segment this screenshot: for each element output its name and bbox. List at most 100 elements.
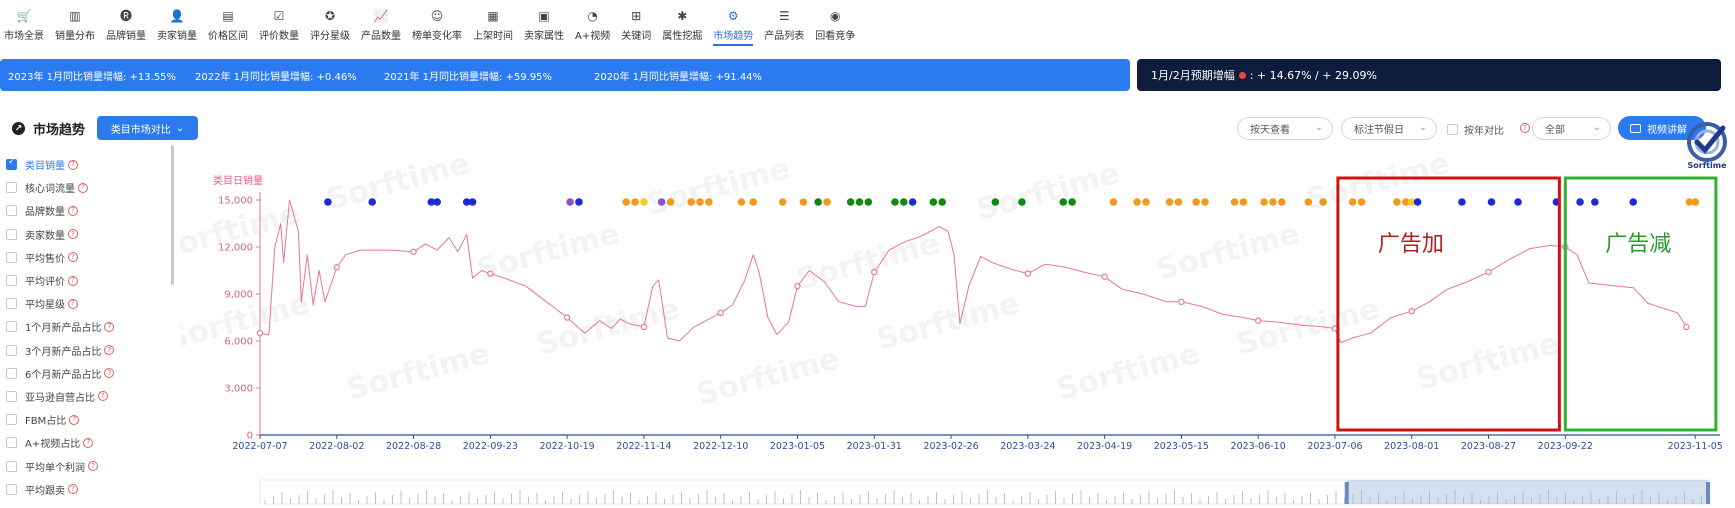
checkbox-box[interactable]	[1447, 124, 1458, 135]
help-icon[interactable]: ?	[69, 414, 80, 425]
metric-item[interactable]: FBM占比?	[6, 408, 174, 431]
nav-item-9[interactable]: ▦ 上架时间	[473, 0, 513, 46]
event-dot	[1304, 198, 1313, 206]
checkbox-box[interactable]	[6, 228, 17, 240]
metric-list: 类目销量?核心词流量?品牌数量?卖家数量?平均售价?平均评价?平均星级?1个月新…	[6, 153, 174, 501]
category-compare-button[interactable]: 类目市场对比 ⌄	[97, 116, 198, 140]
checkbox-box[interactable]	[6, 437, 17, 449]
video-tutorial-label: 视频讲解	[1647, 124, 1687, 136]
nav-item-2[interactable]: 🅡 品牌销量	[106, 0, 146, 46]
checkbox-box[interactable]	[6, 321, 17, 333]
pie-icon: ◔	[587, 9, 598, 23]
cart-icon: 🛒	[16, 9, 32, 23]
nav-item-label: 销量分布	[55, 31, 95, 42]
help-icon[interactable]: ?	[104, 345, 115, 356]
x-tick-label: 2022-11-14	[616, 441, 671, 452]
nav-item-1[interactable]: ▥ 销量分布	[55, 0, 95, 46]
checkbox-box[interactable]	[6, 367, 17, 379]
metric-item[interactable]: 平均跟卖?	[6, 478, 174, 501]
watermark-text: Sorftime	[180, 196, 303, 268]
help-icon[interactable]: ?	[68, 484, 78, 495]
metric-item[interactable]: 类目销量?	[6, 153, 174, 176]
help-icon[interactable]: ?	[104, 321, 115, 332]
nav-item-7[interactable]: 📈 产品数量	[361, 0, 401, 46]
help-icon[interactable]: ?	[68, 252, 78, 263]
event-dot	[899, 198, 908, 206]
metric-item[interactable]: 卖家数量?	[6, 223, 174, 246]
checkbox-box[interactable]	[6, 251, 17, 263]
help-icon[interactable]: ?	[68, 298, 78, 309]
range-select[interactable]: 全部 ⌄	[1532, 117, 1611, 140]
checkbox-box[interactable]	[6, 414, 17, 426]
help-icon[interactable]: ?	[68, 205, 78, 216]
help-icon[interactable]: ?	[88, 461, 98, 472]
checkbox-box[interactable]	[6, 157, 17, 171]
help-icon[interactable]: ?	[98, 391, 108, 402]
nav-item-8[interactable]: ☺ 榜单变化率	[412, 0, 462, 46]
x-tick-label: 2023-08-01	[1384, 441, 1439, 452]
event-dot	[575, 198, 583, 206]
event-dot	[1319, 198, 1327, 206]
checkbox-box[interactable]	[6, 275, 17, 287]
event-dot	[1357, 198, 1366, 206]
event-dot	[1174, 198, 1183, 206]
event-dot	[433, 198, 441, 206]
metric-item[interactable]: A+视频占比?	[6, 431, 174, 454]
series-marker	[1178, 298, 1185, 306]
metric-item[interactable]: 亚马逊自营占比?	[6, 385, 174, 408]
nav-item-3[interactable]: 👤 卖家销量	[157, 0, 197, 46]
checkbox-box[interactable]	[6, 344, 17, 356]
watermark-text: Sorftime	[1053, 336, 1203, 408]
help-icon[interactable]: ?	[68, 275, 78, 286]
star-icon: ✪	[324, 9, 336, 23]
checkbox-box[interactable]	[6, 460, 17, 472]
checkbox-box[interactable]	[6, 298, 17, 310]
target-icon: ◉	[829, 9, 841, 23]
series-marker	[410, 248, 417, 255]
yoy-compare-checkbox[interactable]: 按年对比	[1447, 122, 1504, 137]
event-dot	[778, 198, 787, 206]
help-icon[interactable]: ?	[83, 437, 94, 448]
view-mode-select[interactable]: 按天查看 ⌄	[1237, 117, 1333, 140]
help-icon[interactable]: ?	[68, 229, 78, 240]
nav-item-6[interactable]: ✪ 评分星级	[310, 0, 350, 46]
nav-item-16[interactable]: ◉ 回看竞争	[815, 0, 855, 46]
nav-item-5[interactable]: ☑ 评价数量	[259, 0, 299, 46]
nav-item-11[interactable]: ◔ A+视频	[575, 0, 610, 46]
checkbox-box[interactable]	[6, 205, 17, 217]
metric-item[interactable]: 1个月新产品占比?	[6, 315, 174, 338]
metric-label: A+视频占比	[25, 439, 81, 451]
event-dot	[324, 198, 332, 206]
nav-item-13[interactable]: ✱ 属性挖掘	[662, 0, 702, 46]
watermark-text: Sorftime	[323, 150, 473, 218]
nav-item-15[interactable]: ☰ 产品列表	[764, 0, 804, 46]
metric-item[interactable]: 平均单个利润?	[6, 454, 174, 477]
help-icon[interactable]: ?	[78, 182, 88, 193]
nav-item-label: 卖家属性	[524, 31, 564, 42]
nav-item-0[interactable]: 🛒 市场全景	[4, 0, 44, 46]
event-dot	[1239, 198, 1248, 206]
checkbox-box[interactable]	[6, 390, 17, 402]
event-dot	[666, 198, 675, 206]
nav-item-10[interactable]: ▣ 卖家属性	[524, 0, 564, 46]
metric-item[interactable]: 6个月新产品占比?	[6, 362, 174, 385]
metric-item[interactable]: 3个月新产品占比?	[6, 339, 174, 362]
metric-item[interactable]: 核心词流量?	[6, 176, 174, 199]
nav-item-14[interactable]: ⚙ 市场趋势	[713, 0, 754, 46]
metric-list-scrollbar[interactable]	[171, 145, 174, 285]
nav-item-4[interactable]: ▤ 价格区间	[208, 0, 248, 46]
holiday-select[interactable]: 标注节假日 ⌄	[1341, 117, 1437, 140]
checkbox-box[interactable]	[6, 182, 17, 194]
event-dot	[814, 198, 822, 206]
metric-item[interactable]: 平均星级?	[6, 292, 174, 315]
event-dot	[1068, 198, 1076, 206]
checkbox-box[interactable]	[6, 483, 17, 495]
trend-circle-icon: ↗	[12, 122, 25, 135]
help-icon[interactable]: ?	[68, 159, 78, 170]
help-icon[interactable]: ?	[104, 368, 115, 379]
metric-item[interactable]: 平均售价?	[6, 246, 174, 269]
help-icon[interactable]: ?	[1520, 123, 1530, 133]
nav-item-12[interactable]: ⊞ 关键词	[621, 0, 651, 46]
metric-item[interactable]: 平均评价?	[6, 269, 174, 292]
metric-item[interactable]: 品牌数量?	[6, 199, 174, 222]
